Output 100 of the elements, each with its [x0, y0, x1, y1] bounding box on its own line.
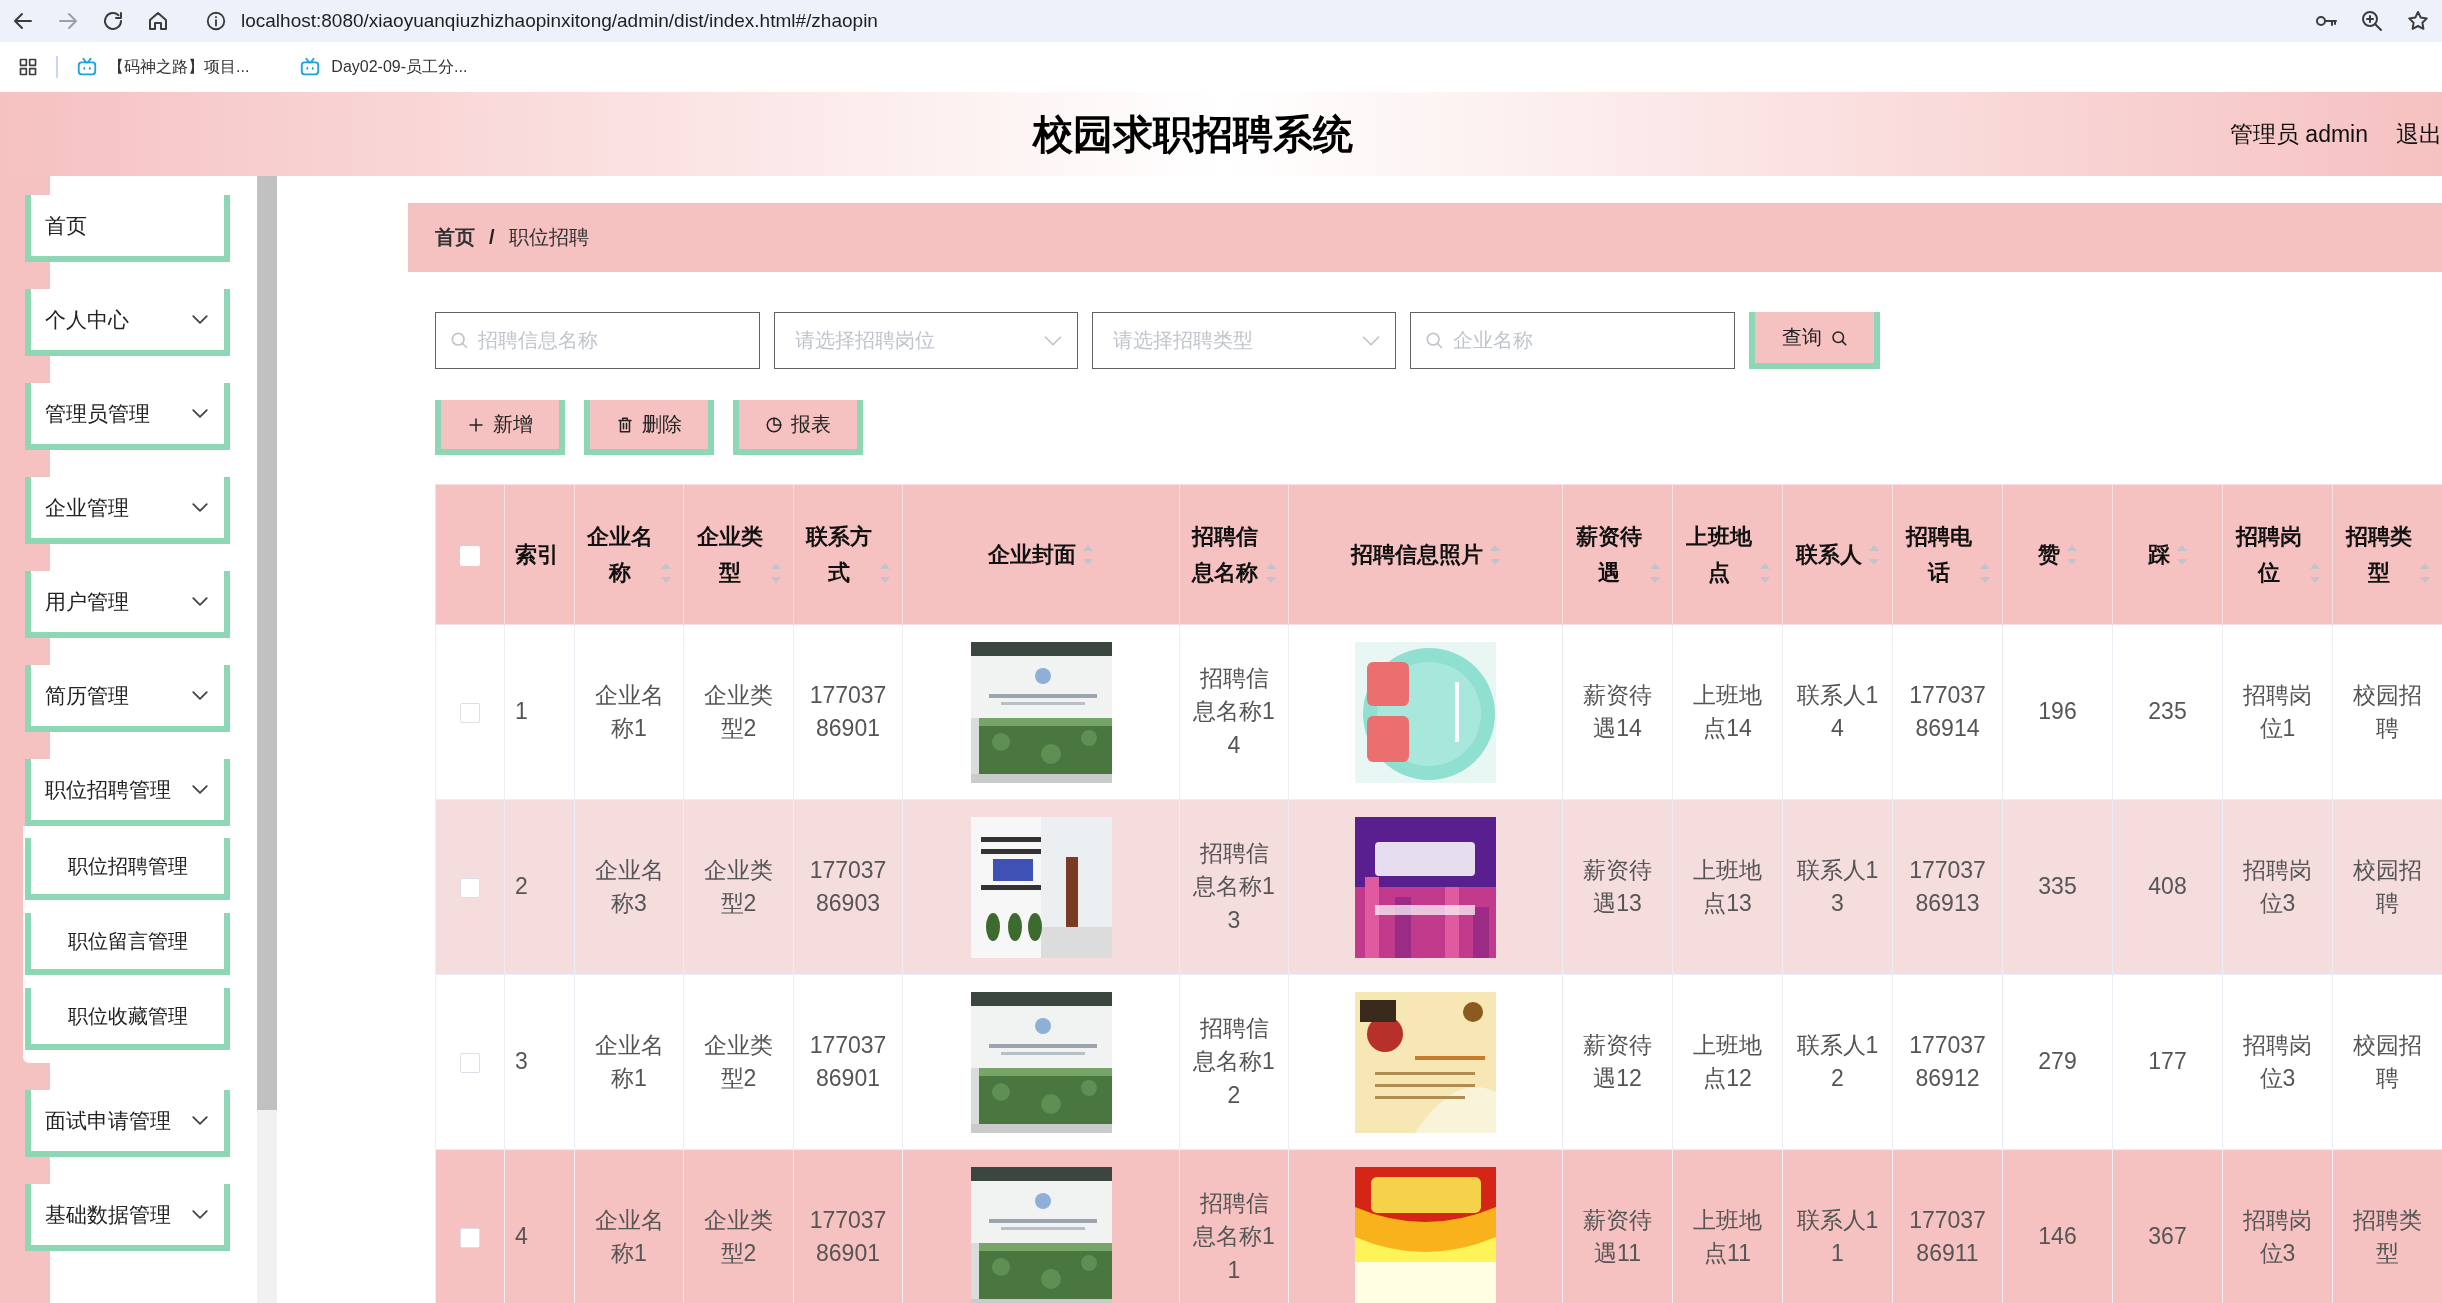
table-cell: 上班地点11	[1693, 1206, 1762, 1266]
submenu-item[interactable]: 职位招聘管理	[25, 838, 230, 900]
table-cell: 17703786901	[809, 1206, 887, 1266]
table-cell: 335	[2038, 873, 2077, 900]
column-header[interactable]: 招聘类型	[2344, 519, 2413, 590]
sort-icon[interactable]	[1867, 544, 1880, 567]
table-cell: 招聘信息名称11	[1193, 1190, 1275, 1283]
breadcrumb-link[interactable]: 首页	[435, 224, 475, 251]
search-field[interactable]: 招聘信息名称	[435, 312, 760, 369]
url-text[interactable]: localhost:8080/xiaoyuanqiuzhizhaopinxitong/admin/dist/index.html#/zhaopin	[241, 10, 878, 32]
menu-item[interactable]: 企业管理	[25, 477, 230, 544]
table-cell: 企业类型2	[704, 1031, 773, 1091]
column-header[interactable]: 联系人	[1795, 536, 1862, 573]
column-header[interactable]: 索引	[515, 536, 559, 573]
checkbox[interactable]	[460, 703, 480, 724]
menu-item[interactable]: 管理员管理	[25, 383, 230, 450]
app-title: 校园求职招聘系统	[1033, 110, 1353, 158]
menu-label: 职位招聘管理	[45, 776, 171, 803]
menu-item[interactable]: 基础数据管理	[25, 1184, 230, 1251]
table-cell: 3	[515, 1048, 528, 1075]
table-cell: 367	[2148, 1223, 2187, 1250]
select-field[interactable]: 请选择招聘类型	[1092, 312, 1396, 369]
apps-grid-icon[interactable]	[18, 57, 38, 77]
scrollbar-thumb[interactable]	[257, 176, 277, 1110]
home-icon[interactable]	[146, 9, 170, 33]
sort-icon[interactable]	[1082, 544, 1094, 567]
table-row[interactable]: 1 企业名称1 企业类型2 17703786901 招聘信息名称14 薪资待遇14 上班地点14 联系人14 17703786914 196 235 招聘岗位1 校园招聘	[435, 624, 2442, 800]
menu-label: 用户管理	[45, 588, 129, 615]
sort-icon[interactable]	[2309, 561, 2321, 584]
table-row[interactable]: 3 企业名称1 企业类型2 17703786901 招聘信息名称12 薪资待遇12 上班地点12 联系人12 17703786912 279 177 招聘岗位3 校园招聘	[435, 974, 2442, 1150]
table-cell: 薪资待遇13	[1583, 856, 1652, 916]
column-header[interactable]: 招聘电话	[1904, 519, 1973, 590]
table-row[interactable]: 2 企业名称3 企业类型2 17703786903 招聘信息名称13 薪资待遇13 上班地点13 联系人13 17703786913 335 408 招聘岗位3 校园招聘	[435, 799, 2442, 975]
info-icon[interactable]	[205, 10, 227, 32]
column-header[interactable]: 上班地点	[1684, 519, 1753, 590]
column-header[interactable]: 招聘信息名称	[1191, 519, 1259, 590]
search-field[interactable]: 企业名称	[1410, 312, 1735, 369]
column-header[interactable]: 企业类型	[695, 519, 764, 590]
column-header[interactable]: 招聘信息照片	[1350, 536, 1483, 573]
report-button[interactable]: 报表	[733, 400, 863, 455]
menu-label: 管理员管理	[45, 400, 150, 427]
chevron-down-icon	[192, 785, 208, 794]
plus-icon	[467, 415, 485, 434]
search-icon	[1829, 328, 1848, 347]
sort-icon[interactable]	[1979, 561, 1991, 584]
table-cell: 企业类型2	[704, 681, 773, 741]
menu-label: 企业管理	[45, 494, 129, 521]
table-cell: 17703786914	[1909, 681, 1986, 741]
sort-icon[interactable]	[1759, 561, 1771, 584]
sort-icon[interactable]	[770, 561, 782, 584]
menu-label: 简历管理	[45, 682, 129, 709]
sort-icon[interactable]	[2419, 561, 2431, 584]
checkbox[interactable]	[460, 545, 480, 566]
table-cell: 企业名称1	[594, 1031, 664, 1091]
submenu-item[interactable]: 职位留言管理	[25, 913, 230, 975]
select-field[interactable]: 请选择招聘岗位	[774, 312, 1078, 369]
delete-button[interactable]: 删除	[584, 400, 714, 455]
column-header[interactable]: 企业名称	[586, 519, 654, 590]
column-header[interactable]: 赞	[2037, 536, 2060, 573]
sort-icon[interactable]	[1649, 561, 1661, 584]
table-cell: 上班地点14	[1693, 681, 1762, 741]
sort-icon[interactable]	[879, 561, 891, 584]
checkbox[interactable]	[460, 878, 480, 899]
menu-item[interactable]: 首页	[25, 195, 230, 262]
menu-item[interactable]: 简历管理	[25, 665, 230, 732]
column-header[interactable]: 招聘岗位	[2234, 519, 2303, 590]
sort-icon[interactable]	[660, 561, 672, 584]
column-header[interactable]: 踩	[2147, 536, 2170, 573]
column-header[interactable]: 薪资待遇	[1574, 519, 1643, 590]
table-cell: 17703786912	[1909, 1031, 1986, 1091]
table-cell: 17703786901	[809, 1031, 887, 1091]
menu-item[interactable]: 职位招聘管理	[25, 759, 230, 826]
table-row[interactable]: 4 企业名称1 企业类型2 17703786901 招聘信息名称11 薪资待遇11 上班地点11 联系人11 17703786911 146 367 招聘岗位3 招聘类型	[435, 1149, 2442, 1303]
checkbox[interactable]	[460, 1053, 480, 1074]
table-cell: 招聘类型	[2353, 1206, 2422, 1266]
menu-item[interactable]: 用户管理	[25, 571, 230, 638]
chevron-down-icon	[192, 503, 208, 512]
column-header[interactable]: 企业封面	[988, 536, 1076, 573]
table-cell: 薪资待遇14	[1583, 681, 1652, 741]
column-header[interactable]: 联系方式	[805, 519, 873, 590]
logout-link[interactable]: 退出	[2396, 118, 2442, 150]
sort-icon[interactable]	[1265, 561, 1277, 584]
menu-item[interactable]: 面试申请管理	[25, 1090, 230, 1157]
reload-icon[interactable]	[101, 9, 125, 33]
sort-icon[interactable]	[1488, 544, 1501, 567]
submenu-item[interactable]: 职位收藏管理	[25, 988, 230, 1050]
table-cell: 招聘岗位3	[2243, 856, 2312, 916]
table-cell: 17703786901	[809, 681, 887, 741]
bookmark-link[interactable]: 【码神之路】项目...	[76, 56, 250, 78]
menu-item[interactable]: 个人中心	[25, 289, 230, 356]
checkbox[interactable]	[460, 1228, 480, 1249]
table-cell: 17703786911	[1909, 1206, 1986, 1266]
zoom-in-icon[interactable]	[2360, 9, 2384, 33]
star-icon[interactable]	[2406, 9, 2430, 33]
sort-icon[interactable]	[2065, 544, 2078, 567]
table-cell: 4	[515, 1223, 528, 1250]
sort-icon[interactable]	[2175, 544, 2188, 567]
query-button[interactable]: 查询	[1749, 312, 1880, 369]
bookmark-link[interactable]: Day02-09-员工分...	[299, 56, 468, 78]
add-button[interactable]: 新增	[435, 400, 565, 455]
